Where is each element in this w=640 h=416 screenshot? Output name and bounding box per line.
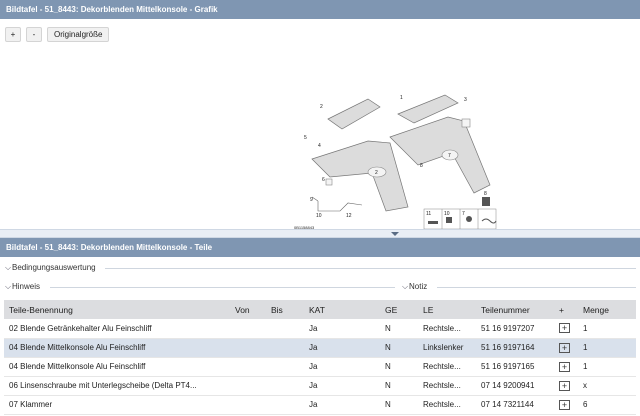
hint-toggle[interactable]: ⌵Hinweis [5, 282, 40, 292]
callout-8b[interactable]: 8 [484, 191, 487, 197]
cell-ge: N [380, 319, 418, 339]
col-header-bis[interactable]: Bis [266, 300, 304, 319]
col-header-le[interactable]: LE [418, 300, 476, 319]
table-row[interactable]: 02 Blende Getränkehalter Alu Feinschliff… [4, 319, 636, 339]
col-header-plus[interactable]: + [554, 300, 578, 319]
callout-12[interactable]: 12 [346, 213, 352, 219]
cell-kat: Ja [304, 357, 380, 377]
cell-bis [266, 338, 304, 358]
chevron-down-icon: ⌵ [402, 282, 409, 291]
cell-bis [266, 395, 304, 415]
col-header-name[interactable]: Teile-Benennung [4, 300, 230, 319]
cell-kat: Ja [304, 376, 380, 396]
panel-splitter[interactable] [0, 229, 640, 238]
original-size-button[interactable]: Originalgröße [47, 27, 110, 42]
cell-bis [266, 357, 304, 377]
cell-teilenummer: 07 14 9200941 [476, 376, 554, 396]
cell-teilenummer: 51 16 9197165 [476, 357, 554, 377]
parts-diagram[interactable]: 2 5 4 1 3 6 2 7 8 9 10 12 11 10 7 8 0B11… [290, 79, 502, 239]
add-to-cart-icon[interactable]: + [559, 323, 570, 334]
table-row[interactable]: 04 Blende Mittelkonsole Alu Feinschliff … [4, 357, 636, 377]
divider [105, 268, 636, 269]
cell-menge: 1 [578, 338, 636, 358]
cell-von [230, 338, 266, 358]
col-header-von[interactable]: Von [230, 300, 266, 319]
table-row[interactable]: 06 Linsenschraube mit Unterlegscheibe (D… [4, 376, 636, 396]
cell-kat: Ja [304, 338, 380, 358]
callout-7[interactable]: 7 [448, 153, 451, 159]
cell-von [230, 357, 266, 377]
cell-von [230, 376, 266, 396]
callout-2b[interactable]: 2 [375, 170, 378, 176]
chevron-down-icon: ⌵ [5, 282, 12, 291]
cell-ge: N [380, 357, 418, 377]
callout-2[interactable]: 2 [320, 104, 323, 110]
cell-name: 07 Klammer [4, 395, 230, 415]
col-header-teilenummer[interactable]: Teilenummer [476, 300, 554, 319]
add-to-cart-icon[interactable]: + [559, 361, 570, 372]
col-header-ge[interactable]: GE [380, 300, 418, 319]
zoom-in-button[interactable]: + [5, 27, 21, 42]
cell-name: 06 Linsenschraube mit Unterlegscheibe (D… [4, 376, 230, 396]
note-label: Notiz [409, 282, 428, 291]
note-toggle[interactable]: ⌵Notiz [402, 282, 427, 292]
cell-le: Linkslenker [418, 338, 476, 358]
callout-10[interactable]: 10 [316, 213, 322, 219]
divider [437, 287, 636, 288]
cell-von [230, 395, 266, 415]
divider [50, 287, 395, 288]
cell-bis [266, 376, 304, 396]
cell-menge: 1 [578, 357, 636, 377]
add-to-cart-icon[interactable]: + [559, 399, 570, 410]
cell-menge: x [578, 376, 636, 396]
callout-7b[interactable]: 7 [462, 211, 465, 217]
cell-menge: 6 [578, 395, 636, 415]
conditions-label: Bedingungsauswertung [12, 263, 96, 272]
callout-11[interactable]: 11 [426, 211, 431, 217]
cell-le: Rechtsle... [418, 376, 476, 396]
callout-3[interactable]: 3 [464, 97, 467, 103]
conditions-toggle[interactable]: ⌵Bedingungsauswertung [5, 263, 96, 273]
callout-10b[interactable]: 10 [444, 211, 450, 217]
callout-8[interactable]: 8 [420, 163, 423, 169]
col-header-menge[interactable]: Menge [578, 300, 636, 319]
callout-1[interactable]: 1 [400, 95, 403, 101]
graphic-toolbar: + - Originalgröße [5, 27, 110, 43]
cell-le: Rechtsle... [418, 395, 476, 415]
cell-name: 04 Blende Mittelkonsole Alu Feinschliff [4, 338, 230, 358]
table-row[interactable]: 04 Blende Mittelkonsole Alu Feinschliff … [4, 338, 636, 358]
callout-6[interactable]: 6 [322, 177, 325, 183]
cell-teilenummer: 51 16 9197207 [476, 319, 554, 339]
collapse-arrow-icon[interactable] [391, 232, 399, 236]
cell-ge: N [380, 376, 418, 396]
add-to-cart-icon[interactable]: + [559, 380, 570, 391]
col-header-kat[interactable]: KAT [304, 300, 380, 319]
graphic-panel-title: Bildtafel - 51_8443: Dekorblenden Mittel… [0, 0, 640, 19]
cell-name: 04 Blende Mittelkonsole Alu Feinschliff [4, 357, 230, 377]
callout-4[interactable]: 4 [318, 143, 321, 149]
cell-le: Rechtsle... [418, 319, 476, 339]
hint-label: Hinweis [12, 282, 41, 291]
cell-teilenummer: 07 14 7321144 [476, 395, 554, 415]
cell-name: 02 Blende Getränkehalter Alu Feinschliff [4, 319, 230, 339]
chevron-down-icon: ⌵ [5, 263, 12, 272]
cell-menge: 1 [578, 319, 636, 339]
cell-von [230, 319, 266, 339]
cell-teilenummer: 51 16 9197164 [476, 338, 554, 358]
cell-bis [266, 319, 304, 339]
zoom-out-button[interactable]: - [26, 27, 42, 42]
callout-9[interactable]: 9 [310, 197, 313, 203]
table-row[interactable]: 07 Klammer Ja N Rechtsle... 07 14 732114… [4, 395, 636, 415]
cell-le: Rechtsle... [418, 357, 476, 377]
cell-ge: N [380, 395, 418, 415]
graphic-area: 2 5 4 1 3 6 2 7 8 9 10 12 11 10 7 8 0B11… [0, 19, 640, 230]
cell-ge: N [380, 338, 418, 358]
table-header-row: Teile-Benennung Von Bis KAT GE LE Teilen… [4, 300, 636, 319]
parts-panel-title: Bildtafel - 51_8443: Dekorblenden Mittel… [0, 238, 640, 257]
add-to-cart-icon[interactable]: + [559, 342, 570, 353]
cell-kat: Ja [304, 319, 380, 339]
parts-table: Teile-Benennung Von Bis KAT GE LE Teilen… [4, 300, 636, 415]
cell-kat: Ja [304, 395, 380, 415]
callout-5[interactable]: 5 [304, 135, 307, 141]
